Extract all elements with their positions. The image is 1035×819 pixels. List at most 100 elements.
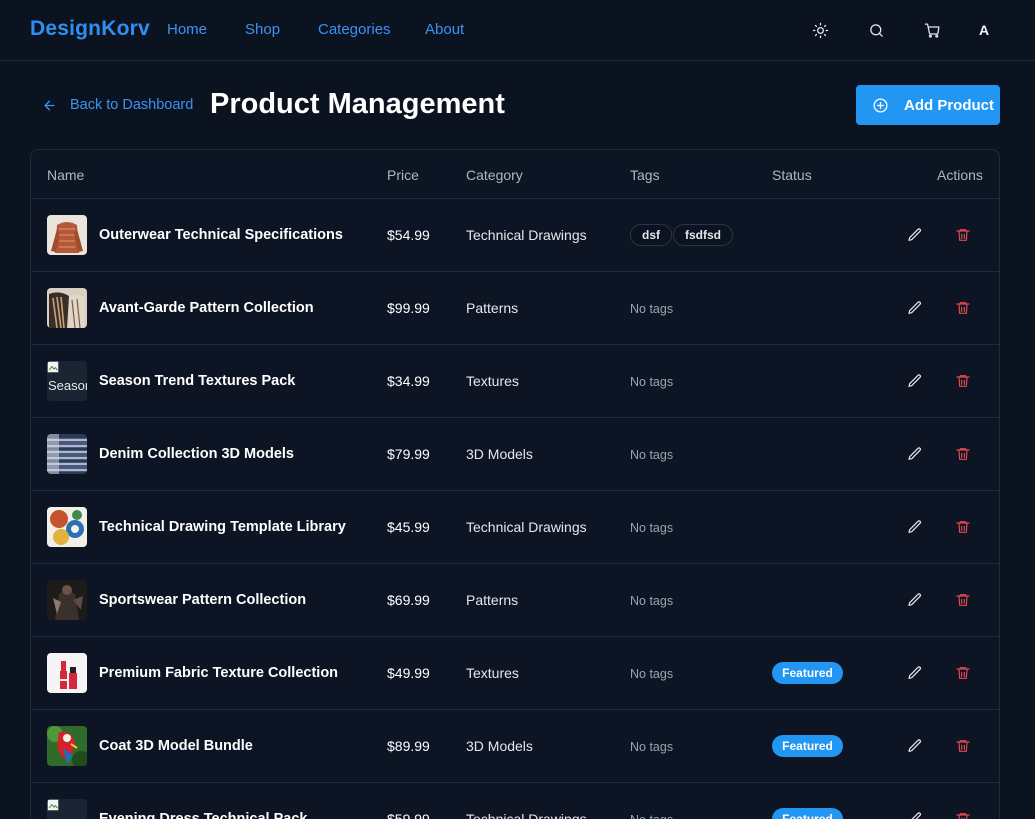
user-avatar[interactable]: A — [972, 18, 996, 42]
product-thumbnail — [47, 507, 87, 547]
product-category: Technical Drawings — [466, 519, 587, 535]
product-name: Coat 3D Model Bundle — [99, 738, 253, 754]
product-name: Premium Fabric Texture Collection — [99, 665, 339, 681]
trash-icon — [956, 448, 970, 460]
tag-chip: dsf — [630, 224, 672, 246]
nav-link-home[interactable]: Home — [167, 21, 207, 38]
product-name: Avant-Garde Pattern Collection — [99, 300, 314, 316]
product-category: Textures — [466, 373, 519, 389]
search-icon[interactable] — [864, 18, 888, 42]
no-tags-label: No tags — [630, 740, 674, 754]
edit-button[interactable] — [905, 517, 925, 537]
edit-button[interactable] — [905, 809, 925, 819]
table-row: Evening Dress Technical Pack $59.99 Tech… — [31, 783, 999, 819]
column-header-name: Name — [47, 167, 85, 183]
edit-button[interactable] — [905, 590, 925, 610]
no-tags-label: No tags — [630, 448, 674, 462]
table-row: Coat 3D Model Bundle $89.99 3D Models No… — [31, 710, 999, 783]
trash-icon — [956, 521, 970, 533]
product-category: Textures — [466, 665, 519, 681]
delete-button[interactable] — [953, 371, 973, 391]
edit-button[interactable] — [905, 298, 925, 318]
product-price: $59.99 — [387, 811, 430, 819]
status-badge: Featured — [772, 662, 843, 684]
pencil-icon — [908, 739, 921, 752]
edit-button[interactable] — [905, 444, 925, 464]
product-price: $49.99 — [387, 665, 430, 681]
product-thumbnail — [47, 726, 87, 766]
pencil-icon — [908, 447, 921, 460]
product-price: $89.99 — [387, 738, 430, 754]
back-link-label: Back to Dashboard — [70, 97, 194, 113]
table-row: Avant-Garde Pattern Collection $99.99 Pa… — [31, 272, 999, 345]
cart-icon[interactable] — [920, 18, 944, 42]
trash-icon — [956, 813, 970, 819]
sun-icon[interactable] — [808, 18, 832, 42]
delete-button[interactable] — [953, 517, 973, 537]
delete-button[interactable] — [953, 225, 973, 245]
product-price: $34.99 — [387, 373, 430, 389]
no-tags-label: No tags — [630, 594, 674, 608]
brand-logo[interactable]: DesignKorv — [30, 17, 150, 41]
trash-icon — [956, 302, 970, 314]
product-category: Technical Drawings — [466, 811, 587, 819]
table-row: Technical Drawing Template Library $45.9… — [31, 491, 999, 564]
edit-button[interactable] — [905, 736, 925, 756]
broken-image-icon — [47, 361, 59, 373]
column-header-price: Price — [387, 167, 419, 183]
status-badge: Featured — [772, 735, 843, 757]
delete-button[interactable] — [953, 736, 973, 756]
edit-button[interactable] — [905, 371, 925, 391]
product-thumbnail — [47, 288, 87, 328]
delete-button[interactable] — [953, 590, 973, 610]
trash-icon — [956, 375, 970, 387]
table-row: Outerwear Technical Specifications $54.9… — [31, 199, 999, 272]
no-tags-label: No tags — [630, 375, 674, 389]
delete-button[interactable] — [953, 444, 973, 464]
pencil-icon — [908, 666, 921, 679]
edit-button[interactable] — [905, 225, 925, 245]
nav-link-shop[interactable]: Shop — [245, 21, 280, 38]
product-category: 3D Models — [466, 738, 533, 754]
broken-image-alt-text: Season — [48, 378, 87, 393]
trash-icon — [956, 667, 970, 679]
pencil-icon — [908, 520, 921, 533]
top-navbar: DesignKorv Home Shop Categories About A — [0, 0, 1035, 61]
status-badge: Featured — [772, 808, 843, 819]
no-tags-label: No tags — [630, 302, 674, 316]
product-name: Technical Drawing Template Library — [99, 519, 346, 535]
nav-link-about[interactable]: About — [425, 21, 464, 38]
product-price: $99.99 — [387, 300, 430, 316]
broken-image-icon — [47, 799, 59, 811]
table-row: Denim Collection 3D Models $79.99 3D Mod… — [31, 418, 999, 491]
product-thumbnail — [47, 799, 87, 819]
product-name: Sportswear Pattern Collection — [99, 592, 307, 608]
plus-circle-icon — [873, 97, 888, 113]
product-thumbnail — [47, 653, 87, 693]
trash-icon — [956, 229, 970, 241]
product-category: Technical Drawings — [466, 227, 587, 243]
nav-link-categories[interactable]: Categories — [318, 21, 391, 38]
product-price: $54.99 — [387, 227, 430, 243]
pencil-icon — [908, 301, 921, 314]
pencil-icon — [908, 593, 921, 606]
table-row: Sportswear Pattern Collection $69.99 Pat… — [31, 564, 999, 637]
add-product-button[interactable]: Add Product — [856, 85, 1000, 125]
trash-icon — [956, 740, 970, 752]
page-title: Product Management — [210, 88, 505, 120]
product-thumbnail: Season — [47, 361, 87, 401]
product-name: Evening Dress Technical Pack — [99, 811, 308, 819]
delete-button[interactable] — [953, 298, 973, 318]
add-product-label: Add Product — [904, 96, 994, 114]
delete-button[interactable] — [953, 663, 973, 683]
table-header: Name Price Category Tags Status Actions — [31, 150, 999, 199]
edit-button[interactable] — [905, 663, 925, 683]
no-tags-label: No tags — [630, 667, 674, 681]
product-category: Patterns — [466, 300, 519, 316]
back-to-dashboard-link[interactable]: Back to Dashboard — [42, 97, 193, 113]
pencil-icon — [911, 812, 921, 819]
no-tags-label: No tags — [630, 813, 673, 819]
pencil-icon — [908, 228, 921, 241]
column-header-status: Status — [772, 167, 812, 183]
delete-button[interactable] — [953, 809, 973, 819]
